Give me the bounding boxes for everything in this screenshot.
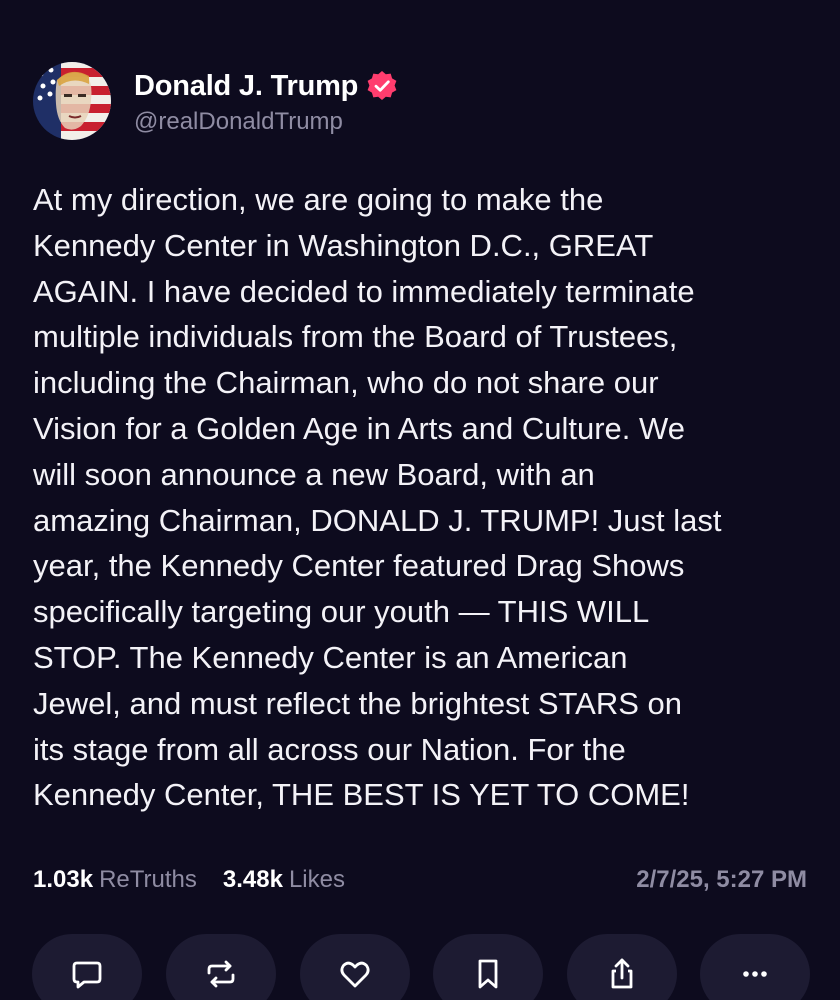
post-timestamp: 2/7/25, 5:27 PM [636, 866, 807, 893]
post-header: Donald J. Trump @realDonaldTrump [33, 62, 398, 140]
more-icon [743, 971, 767, 977]
user-handle[interactable]: @realDonaldTrump [134, 108, 398, 136]
retruths-stat[interactable]: 1.03k ReTruths [33, 866, 197, 894]
bookmark-button[interactable] [433, 934, 543, 1000]
retruth-button[interactable] [166, 934, 276, 1000]
like-button[interactable] [300, 934, 410, 1000]
display-name[interactable]: Donald J. Trump [134, 70, 358, 103]
likes-count: 3.48k [222, 866, 283, 893]
share-icon [611, 958, 633, 989]
avatar[interactable] [33, 62, 111, 140]
more-button[interactable] [700, 934, 810, 1000]
retruths-count: 1.03k [33, 866, 94, 893]
repost-icon [207, 960, 235, 988]
reply-button[interactable] [32, 934, 142, 1000]
post-stats: 1.03k ReTruths 3.48k Likes 2/7/25, 5:27 … [33, 862, 807, 898]
action-bar [32, 934, 810, 1000]
verified-badge-icon [367, 71, 397, 100]
bookmark-icon [478, 959, 498, 989]
retruths-label: ReTruths [99, 866, 197, 893]
avatar-image [33, 62, 111, 140]
name-row: Donald J. Trump [134, 66, 398, 106]
share-button[interactable] [567, 934, 677, 1000]
post-text: At my direction, we are going to make th… [33, 182, 722, 813]
likes-label: Likes [288, 866, 345, 893]
likes-stat[interactable]: 3.48k Likes [223, 866, 345, 894]
comment-icon [72, 961, 102, 989]
post-container: Donald J. Trump @realDonaldTrump At my d… [0, 0, 840, 1000]
user-info: Donald J. Trump @realDonaldTrump [134, 66, 398, 136]
heart-icon [340, 961, 370, 988]
